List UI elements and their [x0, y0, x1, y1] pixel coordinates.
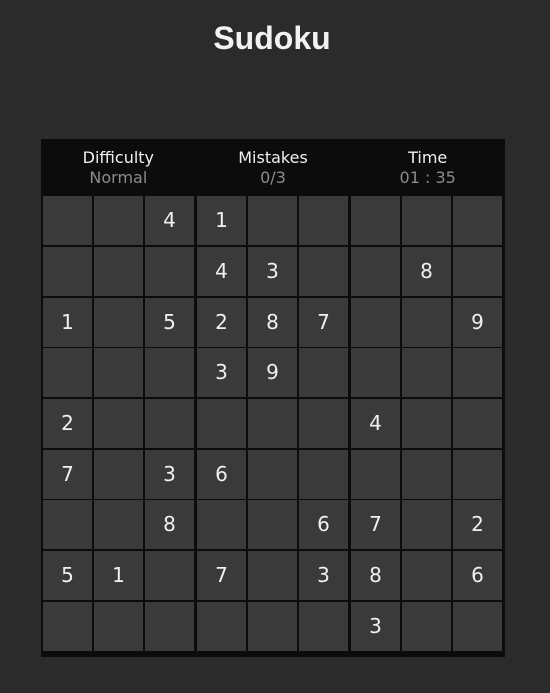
sudoku-cell-r1-c6[interactable] — [299, 196, 348, 245]
sudoku-cell-r8-c4[interactable]: 7 — [197, 551, 246, 600]
sudoku-cell-r1-c2[interactable] — [94, 196, 143, 245]
sudoku-cell-r8-c8[interactable] — [402, 551, 451, 600]
sudoku-cell-r4-c7[interactable] — [351, 348, 400, 397]
sudoku-cell-r9-c4[interactable] — [197, 602, 246, 651]
sudoku-cell-r7-c5[interactable] — [248, 500, 297, 549]
sudoku-cell-r3-c9[interactable]: 9 — [453, 298, 502, 347]
sudoku-cell-r9-c5[interactable] — [248, 602, 297, 651]
sudoku-cell-r5-c5[interactable] — [248, 399, 297, 448]
sudoku-cell-r4-c9[interactable] — [453, 348, 502, 397]
sudoku-cell-r2-c7[interactable] — [351, 247, 400, 296]
sudoku-cell-r2-c3[interactable] — [145, 247, 194, 296]
sudoku-cell-r8-c9[interactable]: 6 — [453, 551, 502, 600]
time-label: Time — [408, 148, 448, 167]
stats-bar: Difficulty Normal Mistakes 0/3 Time 01 :… — [41, 139, 505, 195]
sudoku-cell-r5-c3[interactable] — [145, 399, 194, 448]
sudoku-cell-r2-c5[interactable]: 3 — [248, 247, 297, 296]
sudoku-board: Difficulty Normal Mistakes 0/3 Time 01 :… — [41, 139, 505, 657]
sudoku-cell-r6-c2[interactable] — [94, 450, 143, 499]
sudoku-cell-r4-c4[interactable]: 3 — [197, 348, 246, 397]
time-stat: Time 01 : 35 — [350, 139, 505, 195]
sudoku-cell-r1-c3[interactable]: 4 — [145, 196, 194, 245]
sudoku-cell-r4-c3[interactable] — [145, 348, 194, 397]
difficulty-value: Normal — [89, 168, 148, 187]
sudoku-cell-r6-c1[interactable]: 7 — [43, 450, 92, 499]
sudoku-cell-r7-c6[interactable]: 6 — [299, 500, 348, 549]
sudoku-cell-r4-c1[interactable] — [43, 348, 92, 397]
sudoku-cell-r8-c3[interactable] — [145, 551, 194, 600]
time-value: 01 : 35 — [399, 168, 456, 187]
sudoku-cell-r3-c4[interactable]: 2 — [197, 298, 246, 347]
sudoku-cell-r3-c2[interactable] — [94, 298, 143, 347]
sudoku-cell-r6-c7[interactable] — [351, 450, 400, 499]
sudoku-cell-r5-c7[interactable]: 4 — [351, 399, 400, 448]
mistakes-stat: Mistakes 0/3 — [196, 139, 351, 195]
sudoku-cell-r5-c9[interactable] — [453, 399, 502, 448]
sudoku-cell-r4-c6[interactable] — [299, 348, 348, 397]
sudoku-cell-r1-c5[interactable] — [248, 196, 297, 245]
sudoku-cell-r1-c8[interactable] — [402, 196, 451, 245]
sudoku-cell-r9-c7[interactable]: 3 — [351, 602, 400, 651]
sudoku-cell-r7-c2[interactable] — [94, 500, 143, 549]
sudoku-cell-r1-c7[interactable] — [351, 196, 400, 245]
sudoku-cell-r6-c6[interactable] — [299, 450, 348, 499]
sudoku-cell-r8-c1[interactable]: 5 — [43, 551, 92, 600]
sudoku-cell-r9-c2[interactable] — [94, 602, 143, 651]
sudoku-cell-r4-c2[interactable] — [94, 348, 143, 397]
sudoku-cell-r6-c5[interactable] — [248, 450, 297, 499]
mistakes-value: 0/3 — [260, 168, 286, 187]
sudoku-cell-r9-c6[interactable] — [299, 602, 348, 651]
sudoku-cell-r6-c8[interactable] — [402, 450, 451, 499]
sudoku-cell-r2-c6[interactable] — [299, 247, 348, 296]
sudoku-cell-r4-c8[interactable] — [402, 348, 451, 397]
sudoku-cell-r8-c5[interactable] — [248, 551, 297, 600]
sudoku-cell-r7-c4[interactable] — [197, 500, 246, 549]
sudoku-cell-r2-c2[interactable] — [94, 247, 143, 296]
sudoku-cell-r7-c1[interactable] — [43, 500, 92, 549]
sudoku-cell-r2-c4[interactable]: 4 — [197, 247, 246, 296]
sudoku-cell-r8-c2[interactable]: 1 — [94, 551, 143, 600]
sudoku-cell-r3-c5[interactable]: 8 — [248, 298, 297, 347]
sudoku-cell-r9-c9[interactable] — [453, 602, 502, 651]
sudoku-cell-r3-c1[interactable]: 1 — [43, 298, 92, 347]
sudoku-cell-r8-c6[interactable]: 3 — [299, 551, 348, 600]
sudoku-cell-r1-c4[interactable]: 1 — [197, 196, 246, 245]
sudoku-cell-r2-c9[interactable] — [453, 247, 502, 296]
sudoku-cell-r6-c4[interactable]: 6 — [197, 450, 246, 499]
difficulty-stat: Difficulty Normal — [41, 139, 196, 195]
sudoku-cell-r7-c8[interactable] — [402, 500, 451, 549]
sudoku-cell-r6-c3[interactable]: 3 — [145, 450, 194, 499]
sudoku-cell-r9-c1[interactable] — [43, 602, 92, 651]
sudoku-cell-r5-c8[interactable] — [402, 399, 451, 448]
mistakes-label: Mistakes — [238, 148, 308, 167]
sudoku-cell-r5-c1[interactable]: 2 — [43, 399, 92, 448]
sudoku-cell-r6-c9[interactable] — [453, 450, 502, 499]
sudoku-cell-r7-c9[interactable]: 2 — [453, 500, 502, 549]
sudoku-cell-r3-c8[interactable] — [402, 298, 451, 347]
sudoku-cell-r3-c3[interactable]: 5 — [145, 298, 194, 347]
sudoku-cell-r1-c1[interactable] — [43, 196, 92, 245]
sudoku-cell-r2-c1[interactable] — [43, 247, 92, 296]
sudoku-cell-r8-c7[interactable]: 8 — [351, 551, 400, 600]
sudoku-cell-r5-c4[interactable] — [197, 399, 246, 448]
sudoku-cell-r4-c5[interactable]: 9 — [248, 348, 297, 397]
sudoku-cell-r7-c7[interactable]: 7 — [351, 500, 400, 549]
sudoku-cell-r2-c8[interactable]: 8 — [402, 247, 451, 296]
sudoku-cell-r9-c8[interactable] — [402, 602, 451, 651]
sudoku-cell-r7-c3[interactable]: 8 — [145, 500, 194, 549]
difficulty-label: Difficulty — [82, 148, 155, 167]
sudoku-cell-r5-c6[interactable] — [299, 399, 348, 448]
sudoku-cell-r1-c9[interactable] — [453, 196, 502, 245]
sudoku-cell-r9-c3[interactable] — [145, 602, 194, 651]
sudoku-cell-r5-c2[interactable] — [94, 399, 143, 448]
sudoku-cell-r3-c7[interactable] — [351, 298, 400, 347]
sudoku-cell-r3-c6[interactable]: 7 — [299, 298, 348, 347]
page-title: Sudoku — [213, 20, 331, 56]
